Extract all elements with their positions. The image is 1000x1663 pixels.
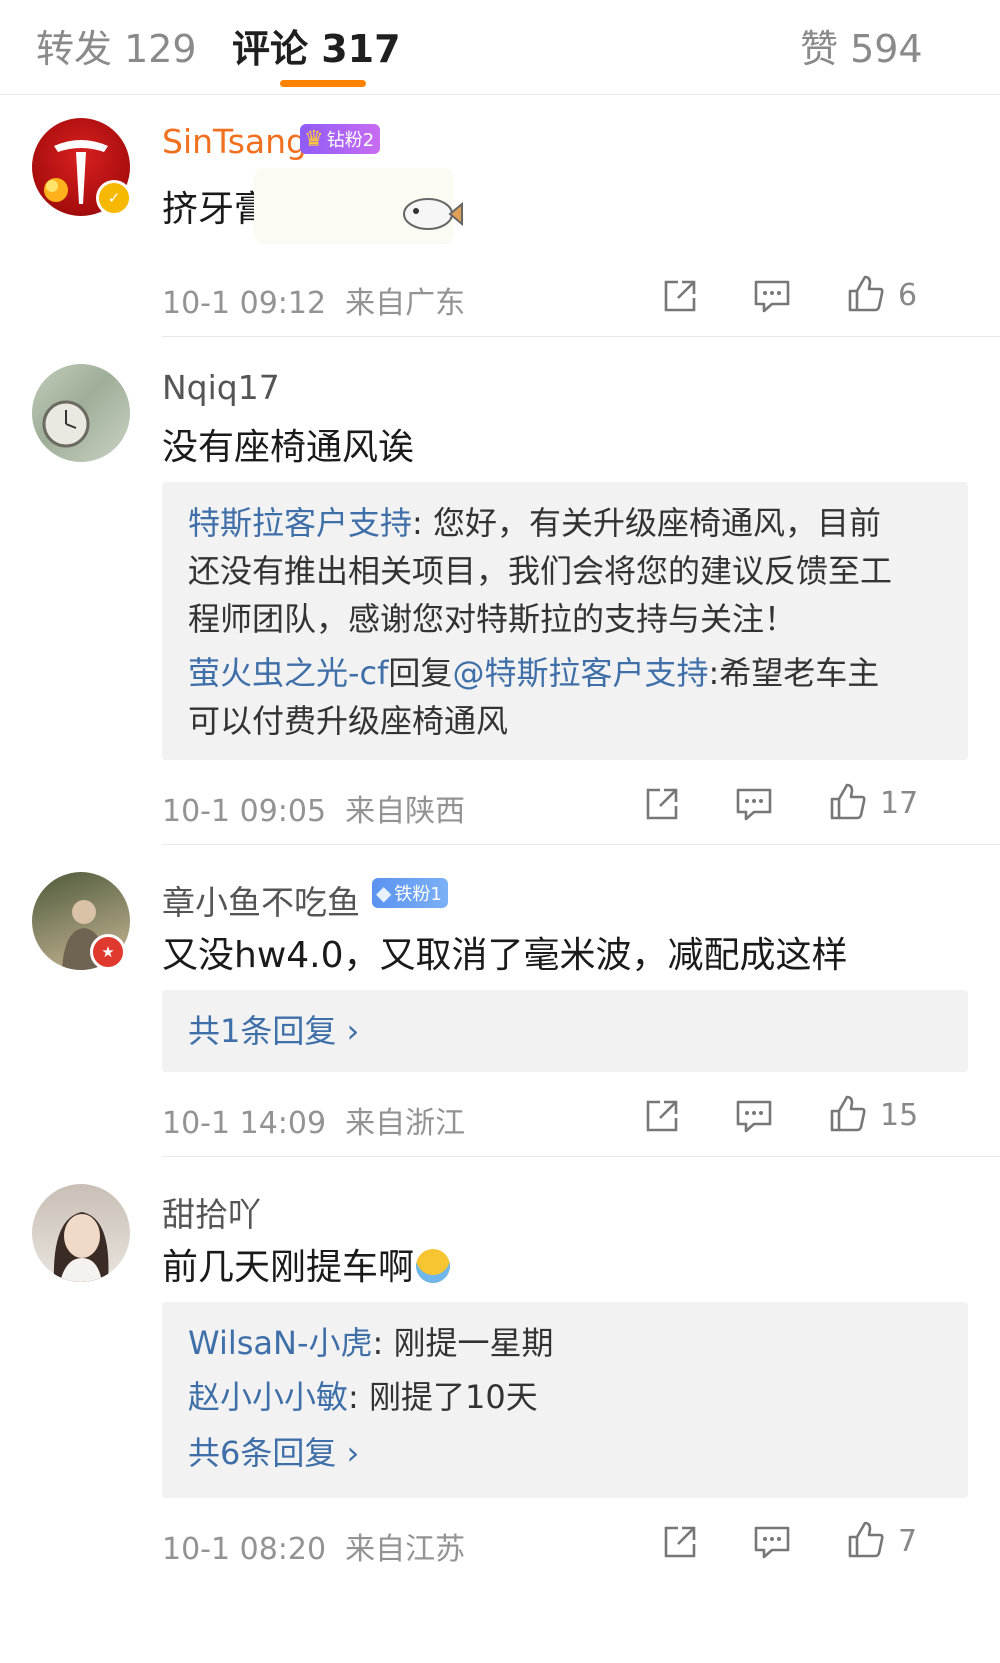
active-tab-indicator xyxy=(280,80,366,87)
tab-repost[interactable]: 转发 129 xyxy=(36,18,197,73)
divider xyxy=(162,1156,1000,1157)
like-count: 7 xyxy=(898,1524,918,1559)
sticker-fish-icon xyxy=(254,168,463,244)
comment-meta: 10-1 09:12 来自广东 xyxy=(162,286,466,321)
reply-box[interactable]: 特斯拉客户支持: 您好，有关升级座椅通风，目前 还没有推出相关项目，我们会将您的… xyxy=(162,482,968,760)
like-icon[interactable] xyxy=(846,1520,886,1560)
fan-badge: ◆ 铁粉1 xyxy=(372,878,448,908)
reply-username[interactable]: 特斯拉客户支持 xyxy=(188,504,412,542)
tab-comments[interactable]: 评论 317 xyxy=(232,18,401,73)
comment-meta: 10-1 08:20 来自江苏 xyxy=(162,1532,466,1567)
verified-icon: ✓ xyxy=(96,180,132,216)
like-icon[interactable] xyxy=(846,274,886,314)
comment-username[interactable]: 甜拾吖 xyxy=(162,1188,261,1236)
divider xyxy=(162,336,1000,337)
reply-username[interactable]: 赵小小小敏 xyxy=(188,1378,348,1416)
reply-text-line: 程师团队，感谢您对特斯拉的支持与关注！ xyxy=(188,600,797,638)
divider xyxy=(162,844,1000,845)
avatar[interactable] xyxy=(32,1184,130,1282)
like-count: 17 xyxy=(880,786,919,821)
comment-icon[interactable] xyxy=(752,1522,792,1562)
comment-icon[interactable] xyxy=(752,276,792,316)
share-icon[interactable] xyxy=(660,276,700,316)
avatar[interactable] xyxy=(32,364,130,462)
comment-meta: 10-1 09:05 来自陕西 xyxy=(162,794,466,829)
reply-item: WilsaN-小虎: 刚提一星期 xyxy=(188,1324,554,1362)
tab-bar: 转发 129 评论 317 赞 594 xyxy=(0,0,1000,95)
comment-text: 又没hw4.0，又取消了毫米波，减配成这样 xyxy=(162,935,848,976)
reply-box[interactable]: 共1条回复 › xyxy=(162,990,968,1072)
laugh-cry-emoji-icon xyxy=(416,1249,451,1283)
like-icon[interactable] xyxy=(828,782,868,822)
share-icon[interactable] xyxy=(660,1522,700,1562)
comment-text: 前几天刚提车啊 xyxy=(162,1238,451,1290)
comment-username[interactable]: SinTsang xyxy=(162,122,307,161)
comment-text: 没有座椅通风诶 xyxy=(162,427,415,468)
comment-username[interactable]: Nqiq17 xyxy=(162,368,280,407)
view-replies-link[interactable]: 共1条回复 › xyxy=(188,1006,359,1056)
reply-username[interactable]: 萤火虫之光-cf xyxy=(188,654,388,692)
diamond-icon: ◆ xyxy=(376,881,392,905)
tab-likes[interactable]: 赞 594 xyxy=(800,18,923,73)
reply-box[interactable]: WilsaN-小虎: 刚提一星期 赵小小小敏: 刚提了10天 共6条回复 › xyxy=(162,1302,968,1498)
reply-username[interactable]: WilsaN-小虎 xyxy=(188,1324,373,1362)
share-icon[interactable] xyxy=(642,1096,682,1136)
like-icon[interactable] xyxy=(828,1094,868,1134)
fan-badge: ♛ 钻粉2 xyxy=(300,124,381,154)
comment-meta: 10-1 14:09 来自浙江 xyxy=(162,1106,466,1141)
view-replies-link[interactable]: 共6条回复 › xyxy=(188,1428,359,1478)
person-photo-icon xyxy=(53,1212,109,1282)
comment-icon[interactable] xyxy=(734,784,774,824)
crown-icon: ♛ xyxy=(304,126,324,152)
reply-text-line: 可以付费升级座椅通风 xyxy=(188,702,509,740)
comment-username[interactable]: 章小鱼不吃鱼 xyxy=(162,876,360,924)
share-icon[interactable] xyxy=(642,784,682,824)
reply-item: 赵小小小敏: 刚提了10天 xyxy=(188,1378,538,1416)
reply-mention[interactable]: @特斯拉客户支持 xyxy=(452,654,708,692)
reply-item: 特斯拉客户支持: 您好，有关升级座椅通风，目前 xyxy=(188,504,881,542)
reply-item: 萤火虫之光-cf回复@特斯拉客户支持:希望老车主 xyxy=(188,654,880,692)
comment-icon[interactable] xyxy=(734,1096,774,1136)
verified-icon: ★ xyxy=(90,934,126,970)
reply-text-line: 还没有推出相关项目，我们会将您的建议反馈至工 xyxy=(188,552,893,590)
pocket-watch-icon xyxy=(32,364,130,462)
like-count: 15 xyxy=(880,1098,919,1133)
like-count: 6 xyxy=(898,278,918,313)
